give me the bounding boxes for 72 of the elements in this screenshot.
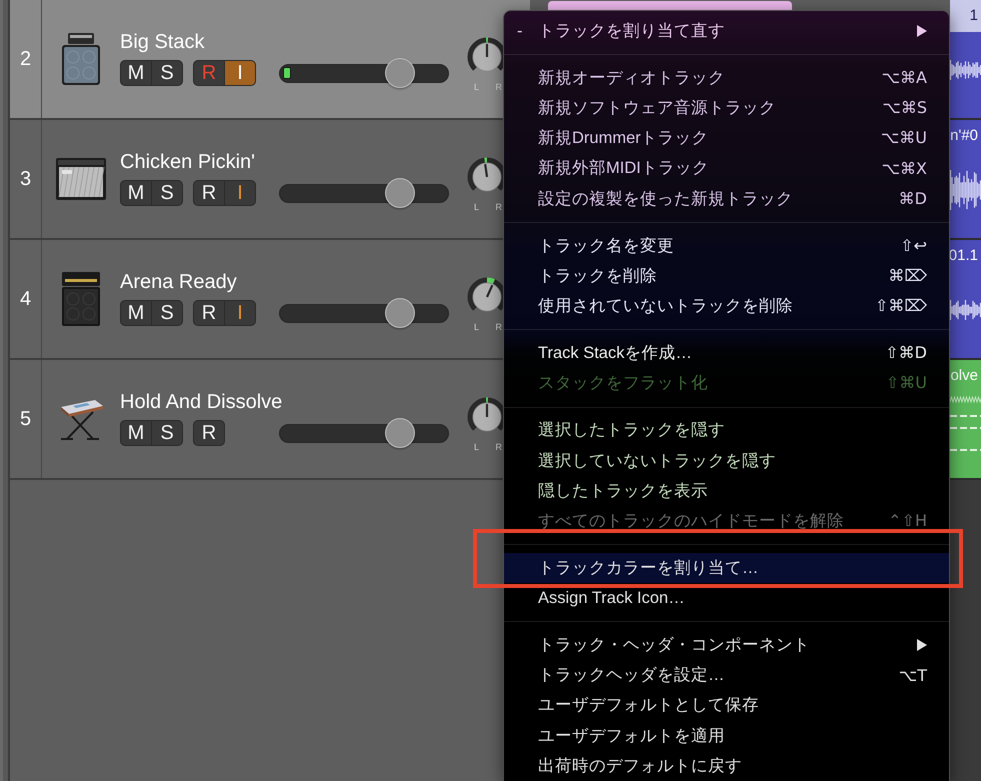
- combo-amp-icon: [56, 158, 106, 200]
- track-name: Chicken Pickin': [120, 150, 255, 174]
- keyboard-shortcut: ⌥T: [898, 668, 927, 684]
- pan-left-label: L: [474, 202, 480, 212]
- solo-button[interactable]: S: [151, 60, 183, 86]
- pan-right-label: R: [496, 82, 502, 92]
- volume-thumb[interactable]: [385, 418, 416, 448]
- solo-button[interactable]: S: [151, 420, 183, 446]
- volume-slider[interactable]: [279, 417, 449, 449]
- volume-thumb[interactable]: [385, 178, 416, 208]
- solo-button[interactable]: S: [151, 180, 183, 206]
- keyboard-shortcut: ⌘⌦: [888, 268, 927, 284]
- track-number: 3: [10, 120, 42, 238]
- mute-button[interactable]: M: [120, 420, 152, 446]
- amp-stack-icon: [61, 33, 101, 85]
- keyboard-shortcut: ⌥⌘S: [882, 100, 927, 116]
- pan-right-label: R: [496, 202, 502, 212]
- track-name: Hold And Dissolve: [120, 390, 282, 414]
- volume-slider[interactable]: [279, 297, 449, 329]
- audio-region[interactable]: 1: [950, 0, 981, 118]
- menu-item[interactable]: トラックカラーを割り当て…: [504, 553, 949, 584]
- volume-slider[interactable]: [279, 57, 449, 89]
- audio-waveform: [950, 299, 981, 321]
- pan-right-label: R: [496, 322, 502, 332]
- keyboard-shortcut: ⌥⌘A: [882, 70, 927, 86]
- keyboard-shortcut: ⌃⇧H: [888, 513, 927, 530]
- audio-waveform: [950, 59, 981, 81]
- menu-item[interactable]: トラックヘッダを設定… ⌥T: [504, 660, 949, 691]
- record-button[interactable]: R: [193, 420, 225, 446]
- keyboard-shortcut: ⌘D: [898, 190, 927, 207]
- pan-left-label: L: [474, 82, 480, 92]
- track-name: Arena Ready: [120, 270, 237, 294]
- mute-button[interactable]: M: [120, 60, 152, 86]
- audio-waveform: [950, 169, 981, 211]
- pan-left-label: L: [474, 442, 480, 452]
- menu-item[interactable]: Assign Track Icon…: [504, 583, 949, 614]
- record-button[interactable]: R: [193, 180, 225, 206]
- volume-slider[interactable]: [279, 177, 449, 209]
- region-title: olve: [950, 366, 978, 386]
- mute-button[interactable]: M: [120, 300, 152, 326]
- record-button[interactable]: R: [193, 300, 225, 326]
- keyboard-shortcut: ⌥⌘U: [880, 130, 927, 146]
- solo-button[interactable]: S: [151, 300, 183, 326]
- keyboard-shortcut: ⇧⌘⌦: [874, 298, 927, 314]
- track-name: Big Stack: [120, 30, 204, 54]
- volume-thumb[interactable]: [385, 58, 416, 88]
- amp-stack-icon: [61, 272, 101, 326]
- input-monitor-button[interactable]: I: [224, 180, 256, 206]
- region-title: n'#0: [950, 126, 978, 146]
- pan-left-label: L: [474, 322, 480, 332]
- track-number: 5: [10, 360, 42, 478]
- track-number: 4: [10, 240, 42, 358]
- keyboard-shortcut: ⇧⌘D: [885, 345, 927, 362]
- keyboard-shortcut: ⇧⌘U: [886, 375, 927, 392]
- input-monitor-button[interactable]: I: [224, 300, 256, 326]
- pan-right-label: R: [496, 442, 502, 452]
- keyboard-shortcut: ⇧↩: [900, 238, 927, 254]
- midi-notes-drawing: [950, 394, 981, 452]
- menu-item[interactable]: 出荷時のデフォルトに戻す: [504, 750, 949, 781]
- input-monitor-button[interactable]: I: [224, 60, 256, 86]
- region-title: 1: [970, 6, 978, 26]
- submenu-arrow-icon: [917, 639, 927, 652]
- menu-item[interactable]: トラック・ヘッダ・コンポーネント: [504, 630, 949, 661]
- menu-item[interactable]: ユーザデフォルトとして保存: [504, 690, 949, 721]
- menu-item-mark: -: [517, 22, 522, 40]
- mute-button[interactable]: M: [120, 180, 152, 206]
- submenu-arrow-icon: [917, 25, 927, 38]
- track-number: 2: [10, 0, 42, 118]
- keyboard-shortcut: ⌥⌘X: [882, 160, 927, 177]
- audio-region[interactable]: n'#0: [950, 120, 981, 238]
- volume-thumb[interactable]: [385, 298, 416, 328]
- menu-item[interactable]: ユーザデフォルトを適用: [504, 720, 949, 751]
